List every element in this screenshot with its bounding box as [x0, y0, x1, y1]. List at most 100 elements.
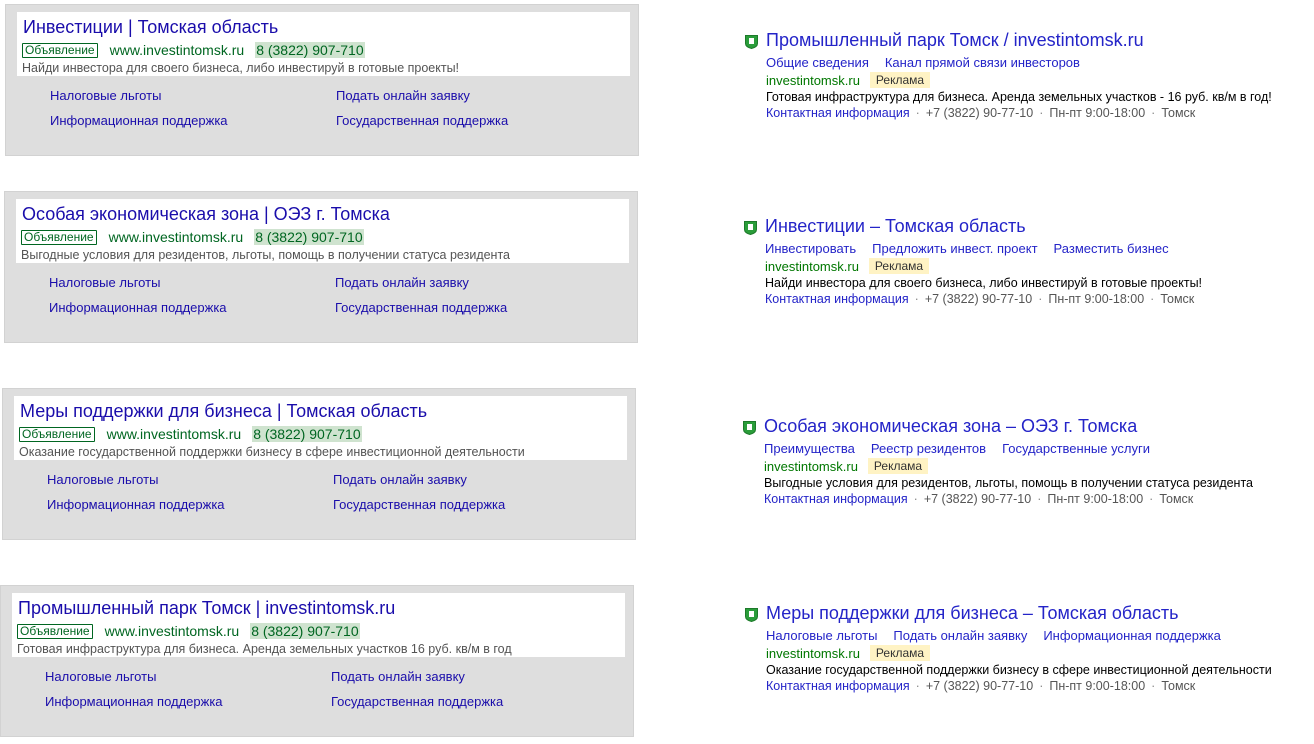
sitelink-info-support[interactable]: Информационная поддержка: [45, 694, 223, 709]
ad-phone[interactable]: 8 (3822) 907-710: [254, 229, 364, 245]
separator: ·: [1149, 492, 1154, 506]
sitelink-tax-benefits[interactable]: Налоговые льготы: [50, 88, 161, 103]
yandex-ad-3: Особая экономическая зона – ОЭЗ г. Томск…: [743, 416, 1303, 506]
ad-phone: +7 (3822) 90-77-10: [925, 679, 1034, 693]
yandex-ad-1: Промышленный парк Томск / investintomsk.…: [745, 30, 1305, 120]
sitelink-online-application[interactable]: Подать онлайн заявку: [331, 669, 465, 684]
ad-badge: Объявление: [21, 229, 97, 245]
sitelink-state-support[interactable]: Государственная поддержка: [331, 694, 503, 709]
city: Томск: [1161, 106, 1196, 120]
sitelink-tax-benefits[interactable]: Налоговые льготы: [766, 628, 877, 643]
sitelink-propose-project[interactable]: Предложить инвест. проект: [872, 241, 1037, 256]
favicon-shield-icon: [744, 221, 757, 235]
work-hours: Пн-пт 9:00-18:00: [1049, 679, 1146, 693]
sitelink-invest[interactable]: Инвестировать: [765, 241, 856, 256]
google-ad-4: Промышленный парк Томск | investintomsk.…: [0, 585, 634, 737]
separator: ·: [1151, 106, 1156, 120]
ad-description: Найди инвестора для своего бизнеса, либо…: [22, 61, 460, 75]
yandex-ad-4: Меры поддержки для бизнеса – Томская обл…: [745, 603, 1305, 693]
ad-title-link[interactable]: Меры поддержки для бизнеса | Томская обл…: [20, 401, 427, 422]
separator: ·: [1038, 292, 1043, 306]
separator: ·: [914, 292, 919, 306]
sitelink-place-business[interactable]: Разместить бизнес: [1054, 241, 1169, 256]
ad-title-link[interactable]: Промышленный парк Томск | investintomsk.…: [18, 598, 395, 619]
ad-phone[interactable]: 8 (3822) 907-710: [252, 426, 362, 442]
contact-info-link[interactable]: Контактная информация: [765, 292, 909, 306]
sitelink-investor-channel[interactable]: Канал прямой связи инвесторов: [885, 55, 1080, 70]
sitelink-online-application[interactable]: Подать онлайн заявку: [336, 88, 470, 103]
ad-description: Готовая инфраструктура для бизнеса. Арен…: [766, 90, 1272, 104]
ad-display-url: www.investintomsk.ru: [109, 42, 245, 58]
contact-info-link[interactable]: Контактная информация: [766, 679, 910, 693]
work-hours: Пн-пт 9:00-18:00: [1047, 492, 1144, 506]
ad-domain-link[interactable]: investintomsk.ru: [766, 73, 860, 88]
contact-info-link[interactable]: Контактная информация: [766, 106, 910, 120]
google-ad-3: Меры поддержки для бизнеса | Томская обл…: [2, 388, 636, 540]
separator: ·: [1150, 292, 1155, 306]
sitelink-tax-benefits[interactable]: Налоговые льготы: [49, 275, 160, 290]
ad-phone: +7 (3822) 90-77-10: [924, 292, 1033, 306]
ad-card: Меры поддержки для бизнеса | Томская обл…: [14, 396, 627, 460]
ad-title-link[interactable]: Инвестиции | Томская область: [23, 17, 278, 38]
contact-line: Контактная информация · +7 (3822) 90-77-10…: [765, 292, 1194, 306]
ad-domain-link[interactable]: investintomsk.ru: [764, 459, 858, 474]
separator: ·: [915, 106, 920, 120]
sitelink-tax-benefits[interactable]: Налоговые льготы: [47, 472, 158, 487]
favicon-shield-icon: [743, 421, 756, 435]
contact-info-link[interactable]: Контактная информация: [764, 492, 908, 506]
ad-description: Выгодные условия для резидентов, льготы,…: [21, 248, 511, 262]
ad-description: Оказание государственной поддержки бизне…: [19, 445, 525, 459]
ad-badge: Объявление: [22, 42, 98, 58]
ad-description: Выгодные условия для резидентов, льготы,…: [764, 476, 1254, 490]
sitelink-info-support[interactable]: Информационная поддержка: [50, 113, 228, 128]
ad-phone[interactable]: 8 (3822) 907-710: [255, 42, 365, 58]
ad-badge: Реклама: [868, 258, 930, 274]
ad-title-link[interactable]: Инвестиции – Томская область: [765, 216, 1026, 237]
ad-badge: Реклама: [867, 458, 929, 474]
ad-title-link[interactable]: Промышленный парк Томск / investintomsk.…: [766, 30, 1144, 51]
sitelink-state-support[interactable]: Государственная поддержка: [336, 113, 508, 128]
sitelink-tax-benefits[interactable]: Налоговые льготы: [45, 669, 156, 684]
sitelink-general-info[interactable]: Общие сведения: [766, 55, 869, 70]
ad-title-link[interactable]: Особая экономическая зона | ОЭЗ г. Томск…: [22, 204, 390, 225]
separator: ·: [1151, 679, 1156, 693]
sitelink-info-support[interactable]: Информационная поддержка: [1043, 628, 1221, 643]
contact-line: Контактная информация · +7 (3822) 90-77-10…: [764, 492, 1193, 506]
ad-description: Готовая инфраструктура для бизнеса. Арен…: [17, 642, 512, 656]
sitelink-advantages[interactable]: Преимущества: [764, 441, 855, 456]
ad-display-url: www.investintomsk.ru: [108, 229, 244, 245]
ad-title-link[interactable]: Меры поддержки для бизнеса – Томская обл…: [766, 603, 1179, 624]
ad-badge: Объявление: [17, 623, 93, 639]
ad-display-url: www.investintomsk.ru: [104, 623, 240, 639]
favicon-shield-icon: [745, 35, 758, 49]
ad-card: Промышленный парк Томск | investintomsk.…: [12, 593, 625, 657]
ad-description: Найди инвестора для своего бизнеса, либо…: [765, 276, 1203, 290]
sitelink-state-support[interactable]: Государственная поддержка: [335, 300, 507, 315]
ad-badge: Объявление: [19, 426, 95, 442]
sitelinks: Общие сведения Канал прямой связи инвесто…: [766, 55, 1096, 70]
sitelinks: Инвестировать Предложить инвест. проект Ра…: [765, 241, 1185, 256]
separator: ·: [1039, 106, 1044, 120]
sitelinks: Преимущества Реестр резидентов Государстве…: [764, 441, 1166, 456]
sitelink-resident-registry[interactable]: Реестр резидентов: [871, 441, 986, 456]
ad-phone: +7 (3822) 90-77-10: [925, 106, 1034, 120]
contact-line: Контактная информация · +7 (3822) 90-77-10…: [766, 679, 1195, 693]
sitelink-info-support[interactable]: Информационная поддержка: [47, 497, 225, 512]
google-ad-1: Инвестиции | Томская область Объявление …: [5, 4, 639, 156]
sitelink-online-application[interactable]: Подать онлайн заявку: [893, 628, 1027, 643]
sitelink-online-application[interactable]: Подать онлайн заявку: [333, 472, 467, 487]
sitelink-info-support[interactable]: Информационная поддержка: [49, 300, 227, 315]
city: Томск: [1160, 292, 1195, 306]
sitelink-state-support[interactable]: Государственная поддержка: [333, 497, 505, 512]
ad-display-url: www.investintomsk.ru: [106, 426, 242, 442]
sitelink-online-application[interactable]: Подать онлайн заявку: [335, 275, 469, 290]
ad-domain-link[interactable]: investintomsk.ru: [766, 646, 860, 661]
ad-domain-link[interactable]: investintomsk.ru: [765, 259, 859, 274]
sitelink-state-services[interactable]: Государственные услуги: [1002, 441, 1150, 456]
contact-line: Контактная информация · +7 (3822) 90-77-10…: [766, 106, 1195, 120]
ad-card: Особая экономическая зона | ОЭЗ г. Томск…: [16, 199, 629, 263]
ad-badge: Реклама: [869, 645, 931, 661]
ad-phone[interactable]: 8 (3822) 907-710: [250, 623, 360, 639]
separator: ·: [1037, 492, 1042, 506]
ad-title-link[interactable]: Особая экономическая зона – ОЭЗ г. Томск…: [764, 416, 1137, 437]
